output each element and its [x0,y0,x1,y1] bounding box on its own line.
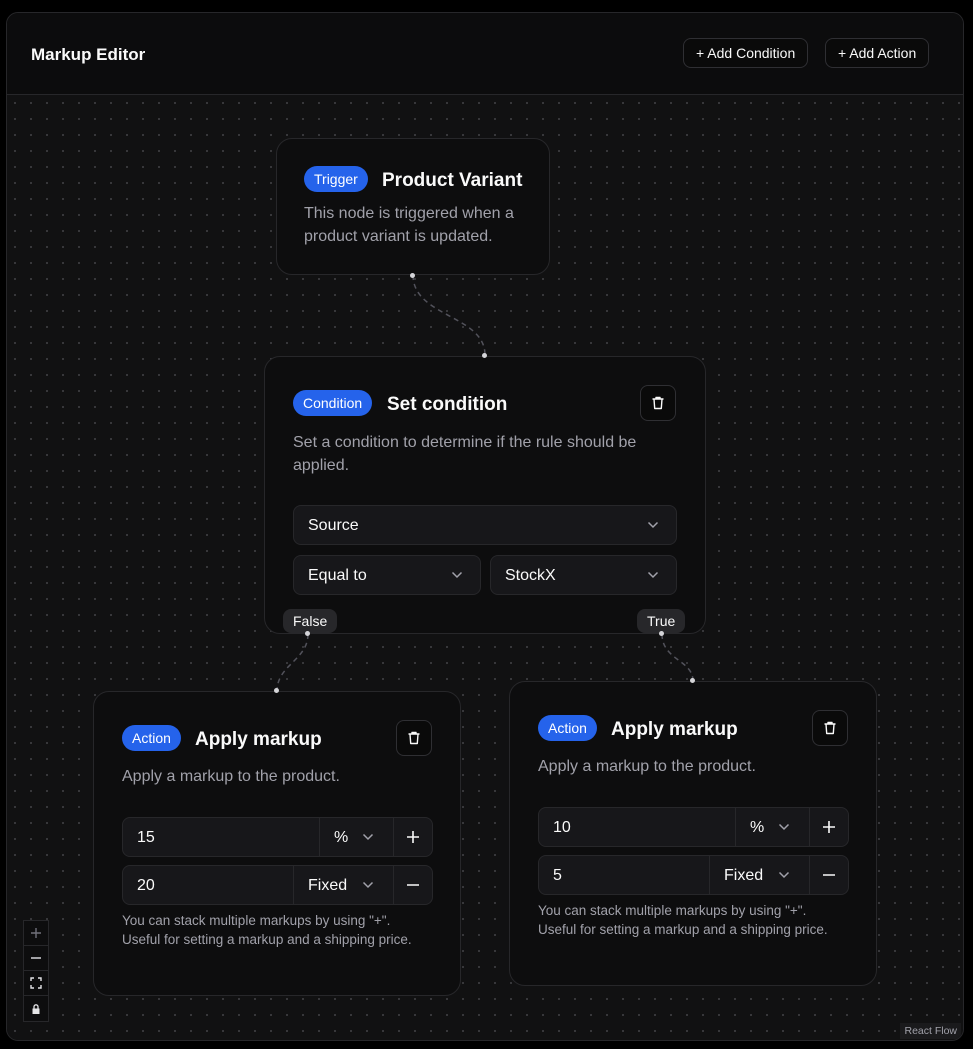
trigger-source-handle[interactable] [410,273,415,278]
flow-canvas[interactable]: Trigger Product Variant This node is tri… [7,95,963,1040]
chevron-down-icon [778,823,790,831]
action-node-description: Apply a markup to the product. [538,758,756,775]
chevron-down-icon [647,521,659,529]
flow-controls [23,920,49,1022]
chevron-down-icon [362,881,374,889]
markup-value-input[interactable]: 15 [137,829,155,847]
action-node-title: Apply markup [195,729,322,750]
operator-select[interactable]: Equal to [293,555,481,595]
chevron-down-icon [647,571,659,579]
add-action-button[interactable]: + Add Action [825,38,930,68]
fit-view-icon [30,977,42,989]
edge-false-action-left [276,633,309,692]
action-node-left[interactable]: Action Apply markup Apply a markup to th… [93,691,461,996]
condition-node-description: Set a condition to determine if the rule… [293,434,637,474]
minus-icon [31,957,41,959]
add-markup-button[interactable] [809,808,848,846]
value-select-value: StockX [505,567,556,584]
chevron-down-icon [778,871,790,879]
markup-unit-select[interactable]: Fixed [308,877,347,895]
stacking-hint: You can stack multiple markups by using … [122,913,412,947]
stacking-hint: You can stack multiple markups by using … [538,903,828,937]
editor-header: Markup Editor + Add Condition + Add Acti… [7,13,963,95]
edge-trigger-condition [412,274,486,356]
page-title: Markup Editor [31,45,146,64]
markup-unit-select[interactable]: % [750,819,764,837]
markup-row: 5 Fixed [538,855,849,895]
markup-unit-select[interactable]: Fixed [724,867,763,885]
action-badge: Action [122,725,181,751]
action-node-right[interactable]: Action Apply markup Apply a markup to th… [509,681,877,986]
fit-view-button[interactable] [24,971,48,996]
zoom-out-button[interactable] [24,946,48,971]
trigger-node-title: Product Variant [382,170,523,191]
add-markup-button[interactable] [393,818,432,856]
markup-value-input[interactable]: 10 [553,819,571,837]
markup-value-input[interactable]: 5 [553,867,562,885]
trash-icon [652,396,664,410]
condition-node-title: Set condition [387,394,508,415]
field-select-value: Source [308,517,359,534]
condition-target-handle[interactable] [482,353,487,358]
markup-value-input[interactable]: 20 [137,877,155,895]
action-left-target-handle[interactable] [274,688,279,693]
value-select[interactable]: StockX [490,555,677,595]
action-right-target-handle[interactable] [690,678,695,683]
trigger-node[interactable]: Trigger Product Variant This node is tri… [276,138,550,275]
field-select[interactable]: Source [293,505,677,545]
remove-markup-button[interactable] [393,866,432,904]
lock-icon [32,1003,40,1014]
react-flow-attribution[interactable]: React Flow [900,1023,961,1039]
trash-icon [824,721,836,735]
markup-row: 10 % [538,807,849,847]
chevron-down-icon [362,833,374,841]
condition-badge: Condition [293,390,373,416]
add-condition-button[interactable]: + Add Condition [683,38,809,68]
trigger-badge: Trigger [304,166,368,192]
remove-markup-button[interactable] [809,856,848,894]
chevron-down-icon [451,571,463,579]
action-badge: Action [538,715,597,741]
false-source-handle[interactable] [305,631,310,636]
markup-row: 15 % [122,817,433,857]
minus-icon [823,874,835,876]
minus-icon [407,884,419,886]
markup-editor-window: Markup Editor + Add Condition + Add Acti… [6,12,964,1041]
delete-condition-button[interactable] [640,385,676,421]
action-node-title: Apply markup [611,719,738,740]
delete-action-button[interactable] [812,710,848,746]
true-handle-label: True [637,609,686,633]
trash-icon [408,731,420,745]
plus-icon [31,928,41,938]
plus-icon [823,821,835,833]
plus-icon [407,831,419,843]
edge-true-action-right [661,633,694,682]
operator-select-value: Equal to [308,567,367,584]
action-node-description: Apply a markup to the product. [122,768,340,785]
condition-node[interactable]: Condition Set condition Set a condition … [264,356,706,634]
markup-unit-select[interactable]: % [334,829,348,847]
zoom-in-button[interactable] [24,921,48,946]
delete-action-button[interactable] [396,720,432,756]
lock-button[interactable] [24,996,48,1021]
false-handle-label: False [283,609,338,633]
trigger-node-description: This node is triggered when a product va… [304,205,514,245]
markup-row: 20 Fixed [122,865,433,905]
true-source-handle[interactable] [659,631,664,636]
